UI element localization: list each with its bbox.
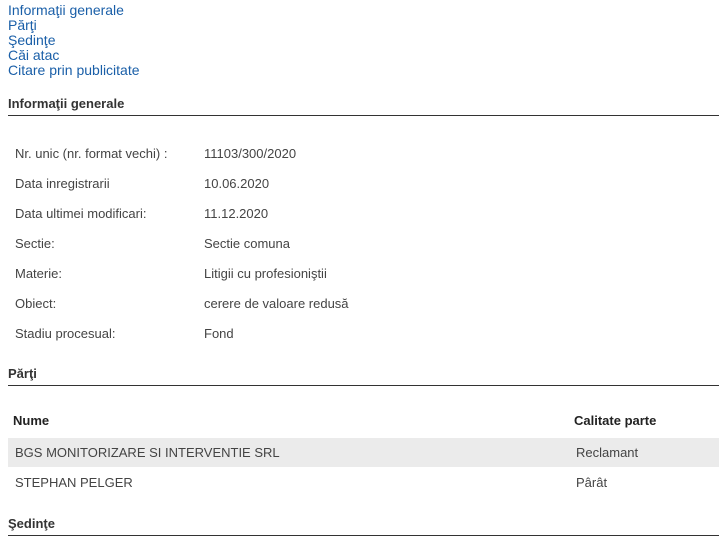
info-value: Fond — [204, 326, 234, 341]
nav-link-cai-atac[interactable]: Căi atac — [8, 48, 140, 63]
info-label: Materie: — [15, 266, 62, 281]
column-header-calitate-parte: Calitate parte — [574, 413, 657, 428]
info-label: Nr. unic (nr. format vechi) : — [15, 146, 168, 161]
nav-link-sedinte[interactable]: Şedinţe — [8, 33, 140, 48]
column-header-nume: Nume — [13, 413, 50, 428]
info-label: Data inregistrarii — [15, 176, 110, 191]
info-label: Data ultimei modificari: — [15, 206, 147, 221]
table-row: BGS MONITORIZARE SI INTERVENTIE SRL Recl… — [8, 438, 719, 467]
info-label: Stadiu procesual: — [15, 326, 116, 341]
info-label: Sectie: — [15, 236, 55, 251]
info-value: Sectie comuna — [204, 236, 290, 251]
parte-name: STEPHAN PELGER — [15, 475, 133, 490]
parte-calitate: Reclamant — [576, 445, 639, 460]
info-value: cerere de valoare redusă — [204, 296, 349, 311]
nav-link-informatii-generale[interactable]: Informaţii generale — [8, 3, 140, 18]
info-value: 10.06.2020 — [204, 176, 270, 191]
parti-table-header: Nume Calitate parte — [8, 412, 719, 430]
section-title-parti: Părţi — [8, 366, 719, 386]
info-label: Obiect: — [15, 296, 57, 311]
section-title-informatii-generale: Informaţii generale — [8, 96, 719, 116]
info-value: 11103/300/2020 — [204, 146, 297, 161]
info-value: Litigii cu profesioniştii — [204, 266, 327, 281]
nav-link-parti[interactable]: Părţi — [8, 18, 140, 33]
info-value: 11.12.2020 — [204, 206, 269, 221]
nav-link-citare-prin-publicitate[interactable]: Citare prin publicitate — [8, 63, 140, 78]
section-title-sedinte: Şedinţe — [8, 516, 719, 536]
parte-name: BGS MONITORIZARE SI INTERVENTIE SRL — [15, 445, 280, 460]
table-row: STEPHAN PELGER Pârât — [8, 468, 719, 497]
section-nav: Informaţii generale Părţi Şedinţe Căi at… — [8, 3, 140, 78]
parte-calitate: Pârât — [576, 475, 608, 490]
